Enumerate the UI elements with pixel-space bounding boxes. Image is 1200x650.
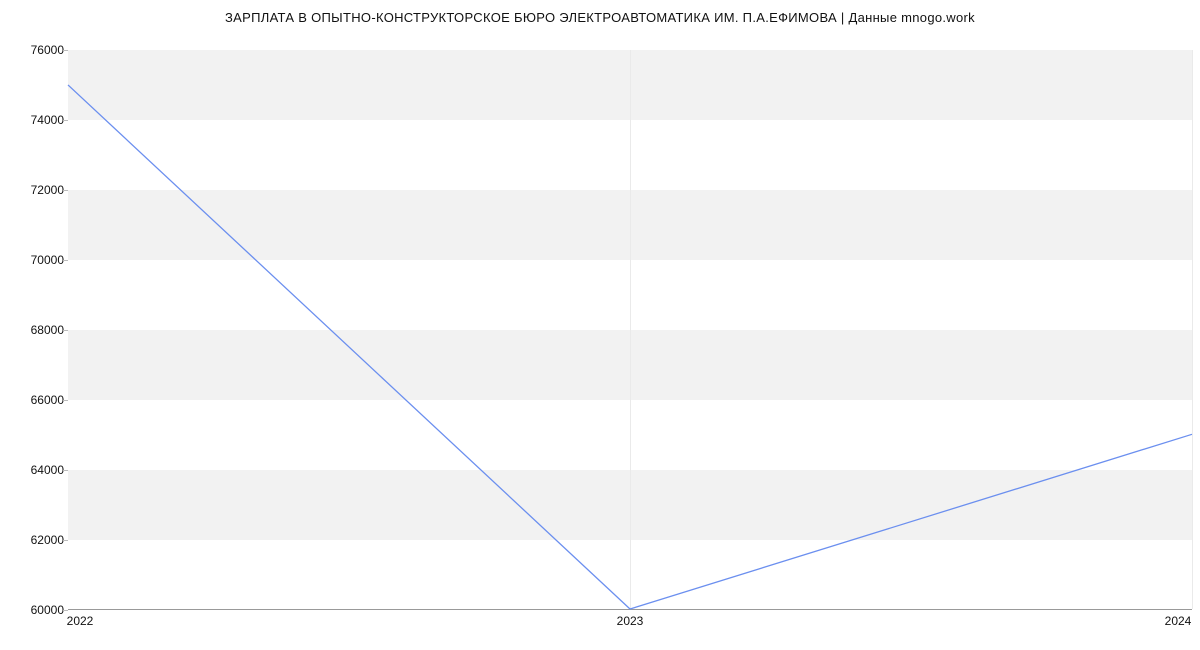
y-tick-mark [63, 610, 68, 611]
x-tick-label: 2022 [67, 614, 94, 628]
y-tick-label: 72000 [4, 183, 64, 197]
chart-container: ЗАРПЛАТА В ОПЫТНО-КОНСТРУКТОРСКОЕ БЮРО Э… [0, 0, 1200, 650]
y-tick-label: 70000 [4, 253, 64, 267]
line-series [68, 50, 1192, 609]
x-tick-label: 2023 [617, 614, 644, 628]
chart-title: ЗАРПЛАТА В ОПЫТНО-КОНСТРУКТОРСКОЕ БЮРО Э… [0, 10, 1200, 25]
y-tick-label: 62000 [4, 533, 64, 547]
y-tick-label: 60000 [4, 603, 64, 617]
y-tick-label: 64000 [4, 463, 64, 477]
grid-line-vertical [1192, 50, 1193, 609]
y-tick-label: 68000 [4, 323, 64, 337]
y-tick-label: 74000 [4, 113, 64, 127]
y-tick-label: 66000 [4, 393, 64, 407]
plot-area [68, 50, 1192, 610]
x-tick-label: 2024 [1165, 614, 1192, 628]
y-tick-label: 76000 [4, 43, 64, 57]
